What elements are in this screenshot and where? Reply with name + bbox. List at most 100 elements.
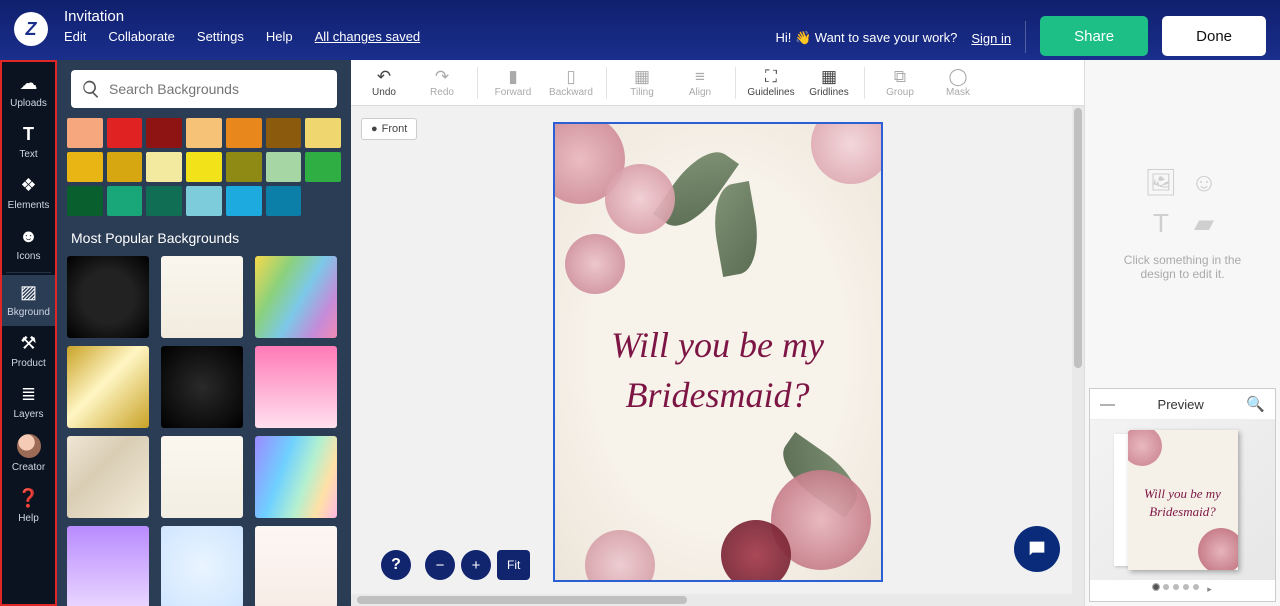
search-icon [81, 79, 101, 99]
chat-button[interactable] [1014, 526, 1060, 572]
color-swatch[interactable] [67, 152, 103, 182]
color-swatch[interactable] [67, 186, 103, 216]
backgrounds-panel: Most Popular Backgrounds ◂ [57, 60, 351, 606]
color-swatch[interactable] [107, 118, 143, 148]
group-icon: ⧉ [894, 68, 906, 85]
tiling-icon: ▦ [634, 68, 650, 85]
nav-sidebar: ☁ Uploads T Text ❖ Elements ☻ Icons ▨ Bk… [0, 60, 57, 606]
background-thumbnail[interactable] [161, 436, 243, 518]
tb-tiling: ▦Tiling [617, 68, 667, 98]
canvas-text-line2[interactable]: Bridesmaid? [555, 374, 881, 416]
menu-settings[interactable]: Settings [197, 29, 244, 44]
inspector-panel: 🖼 ☺ T ▰ Click something in the design to… [1084, 60, 1280, 606]
background-thumbnail[interactable] [255, 526, 337, 606]
preview-zoom[interactable]: 🔍 [1246, 395, 1265, 413]
align-icon: ≡ [695, 68, 705, 85]
color-swatch[interactable] [146, 152, 182, 182]
color-swatch[interactable] [146, 118, 182, 148]
background-grid [57, 256, 351, 606]
preview-viewport[interactable]: Will you be my Bridesmaid? [1090, 420, 1275, 580]
text-icon: T [18, 123, 40, 145]
smiley-icon: ☻ [18, 225, 40, 247]
color-swatch[interactable] [186, 118, 222, 148]
zoom-fit-button[interactable]: Fit [497, 550, 530, 580]
menu-collaborate[interactable]: Collaborate [108, 29, 175, 44]
tb-align: ≡Align [675, 68, 725, 98]
save-status: All changes saved [315, 29, 421, 44]
share-button[interactable]: Share [1040, 16, 1148, 56]
shape-icon: ▰ [1188, 208, 1221, 239]
color-swatch[interactable] [186, 186, 222, 216]
color-swatch[interactable] [186, 152, 222, 182]
canvas-area: ↶Undo↷Redo▮Forward▯Backward▦Tiling≡Align… [351, 60, 1084, 606]
color-swatch[interactable] [107, 186, 143, 216]
product-icon: ⚒ [18, 332, 40, 354]
canvas-help-button[interactable]: ? [381, 550, 411, 580]
color-swatch[interactable] [226, 118, 262, 148]
canvas-hscroll[interactable] [351, 594, 1084, 606]
background-thumbnail[interactable] [161, 346, 243, 428]
avatar-icon [17, 434, 41, 458]
nav-background[interactable]: ▨ Bkground [0, 275, 57, 326]
color-swatch[interactable] [266, 152, 302, 182]
shapes-icon: ❖ [18, 174, 40, 196]
tb-undo[interactable]: ↶Undo [359, 68, 409, 98]
tb-mask: ◯Mask [933, 68, 983, 98]
nav-uploads[interactable]: ☁ Uploads [0, 66, 57, 117]
color-swatch[interactable] [226, 152, 262, 182]
search-backgrounds[interactable] [71, 70, 337, 108]
forward-icon: ▮ [508, 68, 517, 85]
color-swatch[interactable] [266, 186, 302, 216]
nav-help[interactable]: ❓ Help [0, 481, 57, 532]
cloud-upload-icon: ☁ [18, 72, 40, 94]
search-input[interactable] [109, 81, 327, 97]
greeting-text: Hi! 👋 Want to save your work? [775, 30, 957, 46]
nav-text[interactable]: T Text [0, 117, 57, 168]
canvas-text-line1[interactable]: Will you be my [555, 324, 881, 366]
canvas-vscroll[interactable] [1072, 106, 1084, 594]
tb-guidelines[interactable]: ⛶Guidelines [746, 68, 796, 98]
guidelines-icon: ⛶ [765, 68, 777, 85]
placeholder-icons: 🖼 ☺ T ▰ [1144, 167, 1220, 239]
nav-product[interactable]: ⚒ Product [0, 326, 57, 377]
nav-divider [6, 272, 52, 273]
done-button[interactable]: Done [1162, 16, 1266, 56]
background-thumbnail[interactable] [67, 526, 149, 606]
color-swatch[interactable] [266, 118, 302, 148]
color-swatch[interactable] [107, 152, 143, 182]
zazzle-logo[interactable]: Z [14, 12, 48, 46]
color-swatch[interactable] [146, 186, 182, 216]
background-thumbnail[interactable] [255, 436, 337, 518]
design-canvas[interactable]: Will you be my Bridesmaid? [553, 122, 883, 582]
background-thumbnail[interactable] [67, 346, 149, 428]
preview-pager[interactable]: ▸ [1090, 580, 1275, 601]
menu-help[interactable]: Help [266, 29, 293, 44]
preview-minimize[interactable]: — [1100, 396, 1115, 413]
layers-icon: ≣ [18, 383, 40, 405]
color-swatch[interactable] [226, 186, 262, 216]
color-swatch[interactable] [305, 118, 341, 148]
zoom-in-button[interactable]: + [461, 550, 491, 580]
background-thumbnail[interactable] [161, 256, 243, 338]
signin-link[interactable]: Sign in [971, 31, 1011, 46]
zoom-out-button[interactable]: − [425, 550, 455, 580]
gridlines-icon: ▦ [821, 68, 837, 85]
color-swatch[interactable] [305, 152, 341, 182]
tb-gridlines[interactable]: ▦Gridlines [804, 68, 854, 98]
section-heading: Most Popular Backgrounds [71, 230, 337, 246]
background-thumbnail[interactable] [255, 346, 337, 428]
background-thumbnail[interactable] [67, 436, 149, 518]
nav-elements[interactable]: ❖ Elements [0, 168, 57, 219]
background-thumbnail[interactable] [161, 526, 243, 606]
color-swatch[interactable] [67, 118, 103, 148]
menu-edit[interactable]: Edit [64, 29, 86, 44]
nav-icons[interactable]: ☻ Icons [0, 219, 57, 270]
color-swatches [57, 118, 351, 216]
image-icon: 🖼 [1144, 167, 1177, 198]
background-thumbnail[interactable] [255, 256, 337, 338]
background-thumbnail[interactable] [67, 256, 149, 338]
inspector-hint: Click something in the design to edit it… [1105, 253, 1260, 281]
undo-icon: ↶ [377, 68, 391, 85]
nav-creator[interactable]: Creator [0, 428, 57, 481]
nav-layers[interactable]: ≣ Layers [0, 377, 57, 428]
